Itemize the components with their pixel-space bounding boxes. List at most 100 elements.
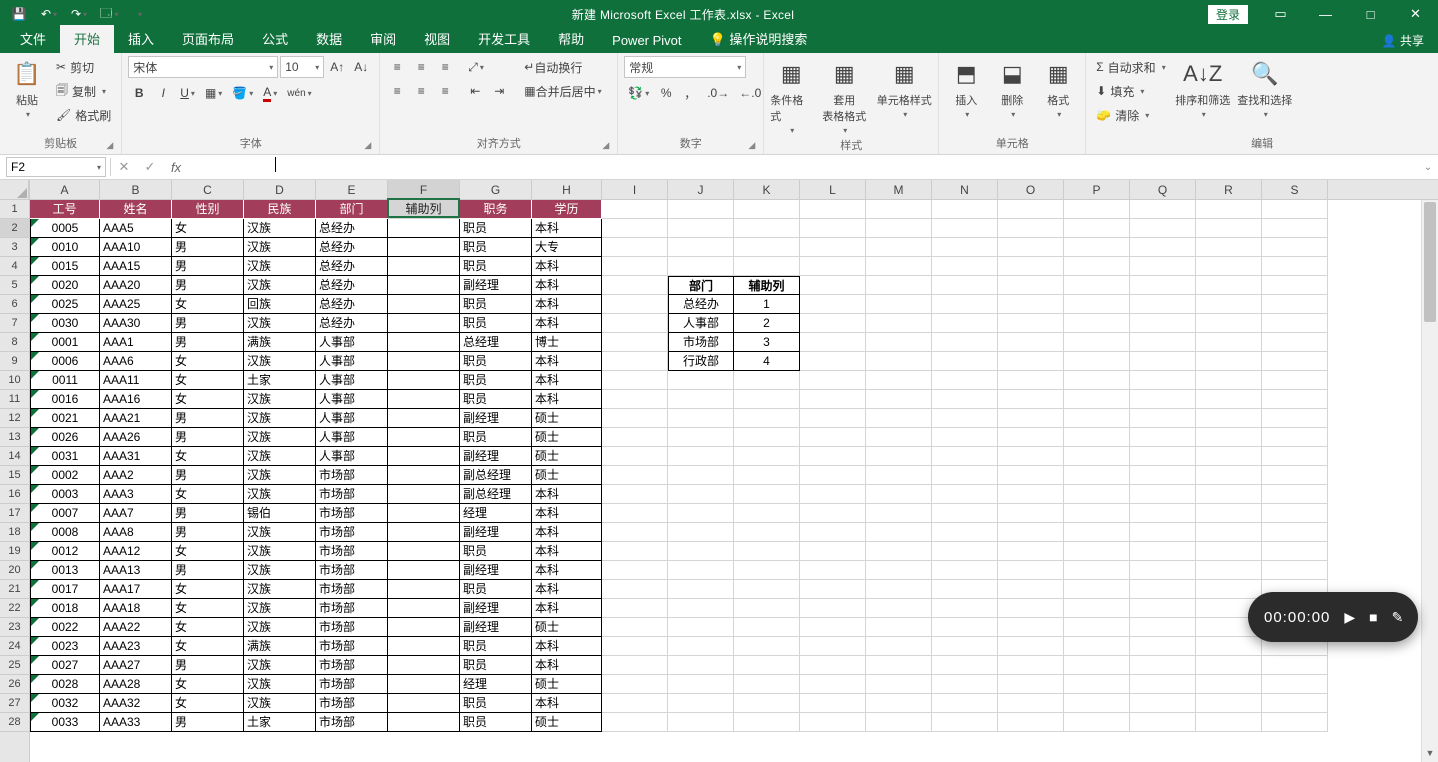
cell[interactable]: 市场部 — [316, 675, 388, 694]
column-header[interactable]: Q — [1130, 180, 1196, 199]
cell[interactable] — [998, 428, 1064, 447]
row-header[interactable]: 20 — [0, 561, 29, 580]
cell[interactable]: 人事部 — [316, 447, 388, 466]
cell[interactable]: 0030 — [30, 314, 100, 333]
cell[interactable]: 男 — [172, 466, 244, 485]
cell[interactable]: 0026 — [30, 428, 100, 447]
cell[interactable] — [932, 409, 998, 428]
decrease-font-icon[interactable]: A↓ — [350, 56, 372, 78]
cell[interactable] — [602, 371, 668, 390]
cell[interactable]: 汉族 — [244, 694, 316, 713]
tell-me[interactable]: 💡 操作说明搜索 — [696, 25, 822, 53]
cell[interactable] — [1064, 580, 1130, 599]
cell[interactable] — [932, 580, 998, 599]
cell[interactable] — [1196, 485, 1262, 504]
cell[interactable] — [866, 713, 932, 732]
row-header[interactable]: 11 — [0, 390, 29, 409]
cell[interactable]: 市场部 — [316, 599, 388, 618]
cell[interactable] — [998, 219, 1064, 238]
cell[interactable] — [1196, 580, 1262, 599]
font-color-button[interactable]: A▾ — [259, 82, 281, 104]
cell[interactable]: 满族 — [244, 333, 316, 352]
cell[interactable] — [388, 276, 460, 295]
cell[interactable] — [1262, 694, 1328, 713]
cell[interactable]: 硕士 — [532, 466, 602, 485]
cell[interactable] — [388, 637, 460, 656]
cell[interactable]: 本科 — [532, 371, 602, 390]
cell[interactable] — [866, 257, 932, 276]
tab-帮助[interactable]: 帮助 — [544, 25, 598, 53]
cell[interactable]: 汉族 — [244, 352, 316, 371]
cell[interactable]: 男 — [172, 523, 244, 542]
cut-button[interactable]: ✂ 剪切 — [52, 56, 115, 78]
cell[interactable] — [932, 675, 998, 694]
tab-审阅[interactable]: 审阅 — [356, 25, 410, 53]
increase-font-icon[interactable]: A↑ — [326, 56, 348, 78]
cell[interactable] — [1130, 257, 1196, 276]
cell[interactable]: 满族 — [244, 637, 316, 656]
cell[interactable]: 市场部 — [316, 713, 388, 732]
cell[interactable] — [1130, 352, 1196, 371]
cell[interactable] — [866, 295, 932, 314]
cell[interactable] — [1262, 561, 1328, 580]
cell[interactable] — [866, 637, 932, 656]
cell[interactable] — [932, 523, 998, 542]
insert-cells-button[interactable]: ⬒插入▾ — [945, 56, 987, 119]
cell[interactable]: 汉族 — [244, 447, 316, 466]
increase-indent-icon[interactable]: ⇥ — [488, 80, 510, 102]
select-all-corner[interactable] — [0, 180, 29, 200]
cell[interactable] — [1130, 504, 1196, 523]
cell[interactable] — [998, 561, 1064, 580]
cell[interactable]: AAA33 — [100, 713, 172, 732]
cell[interactable] — [388, 656, 460, 675]
cell[interactable]: 博士 — [532, 333, 602, 352]
column-header[interactable]: F — [388, 180, 460, 199]
cell[interactable]: 男 — [172, 238, 244, 257]
fill-color-button[interactable]: 🪣▾ — [228, 82, 257, 104]
cell[interactable] — [668, 523, 734, 542]
cell[interactable] — [668, 713, 734, 732]
cell[interactable] — [1196, 675, 1262, 694]
cell[interactable] — [734, 200, 800, 219]
cell[interactable]: 总经办 — [316, 314, 388, 333]
cell[interactable]: 本科 — [532, 352, 602, 371]
cell[interactable] — [866, 352, 932, 371]
cell[interactable] — [1262, 219, 1328, 238]
column-header[interactable]: L — [800, 180, 866, 199]
cell[interactable]: 本科 — [532, 257, 602, 276]
cell[interactable]: 总经理 — [460, 333, 532, 352]
cell[interactable] — [1130, 447, 1196, 466]
cell[interactable] — [932, 694, 998, 713]
cell[interactable] — [800, 295, 866, 314]
cell[interactable]: 本科 — [532, 542, 602, 561]
cancel-formula-icon[interactable]: ✕ — [111, 157, 137, 177]
cell[interactable] — [1196, 219, 1262, 238]
row-header[interactable]: 22 — [0, 599, 29, 618]
cell[interactable] — [998, 485, 1064, 504]
cell[interactable] — [602, 656, 668, 675]
cell[interactable] — [388, 447, 460, 466]
cell[interactable] — [1130, 694, 1196, 713]
cell[interactable] — [1130, 656, 1196, 675]
cell[interactable] — [668, 561, 734, 580]
cell[interactable] — [932, 447, 998, 466]
cell[interactable] — [1196, 447, 1262, 466]
edit-icon[interactable]: ✎ — [1392, 609, 1404, 626]
cell[interactable] — [668, 238, 734, 257]
cell[interactable]: 4 — [734, 352, 800, 371]
cell[interactable]: AAA17 — [100, 580, 172, 599]
cell[interactable] — [866, 333, 932, 352]
cell[interactable] — [602, 200, 668, 219]
cell[interactable] — [734, 238, 800, 257]
cell[interactable] — [800, 618, 866, 637]
column-header[interactable]: N — [932, 180, 998, 199]
cell[interactable]: 0027 — [30, 656, 100, 675]
cell[interactable] — [1064, 675, 1130, 694]
cell[interactable] — [388, 390, 460, 409]
cell[interactable]: 副经理 — [460, 409, 532, 428]
cell[interactable]: 0015 — [30, 257, 100, 276]
column-header[interactable]: M — [866, 180, 932, 199]
cell[interactable] — [1064, 637, 1130, 656]
cell[interactable]: 0005 — [30, 219, 100, 238]
cell[interactable]: 0021 — [30, 409, 100, 428]
